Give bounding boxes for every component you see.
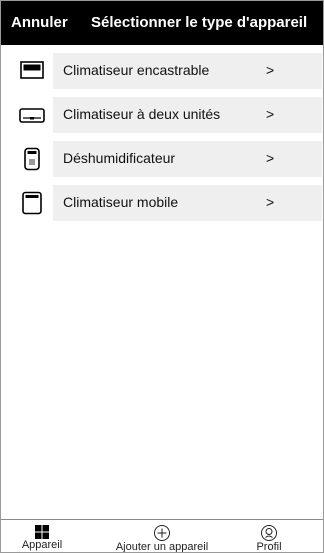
chevron-right-icon: > bbox=[266, 194, 275, 210]
tab-profil[interactable]: Profil bbox=[239, 520, 299, 553]
chevron-right-icon: > bbox=[266, 150, 275, 166]
split-ac-icon bbox=[19, 103, 45, 127]
portable-ac-icon bbox=[19, 191, 45, 215]
device-label: Climatiseur encastrable bbox=[63, 62, 210, 78]
page-title: Sélectionner le type d'appareil bbox=[91, 14, 308, 31]
tab-label: Appareil bbox=[21, 539, 63, 551]
header-bar: Annuler Sélectionner le type d'appareil bbox=[1, 1, 323, 45]
device-label: Climatiseur mobile bbox=[63, 194, 179, 210]
cancel-button[interactable]: Annuler bbox=[11, 14, 68, 31]
device-type-list: Climatiseur encastrable > Climatiseur à … bbox=[1, 53, 323, 229]
tab-add-device[interactable]: Ajouter un appareil bbox=[97, 520, 227, 553]
built-in-ac-icon bbox=[19, 59, 45, 83]
tab-label: Profil bbox=[256, 541, 282, 553]
device-label: Déshumidificateur bbox=[63, 150, 176, 166]
chevron-right-icon: > bbox=[266, 62, 275, 78]
device-row-bar: Climatiseur mobile > bbox=[53, 185, 322, 221]
device-row-bar: Déshumidificateur > bbox=[53, 141, 322, 177]
device-row-portable[interactable]: Climatiseur mobile > bbox=[1, 185, 323, 221]
tab-appareil[interactable]: Appareil bbox=[7, 520, 77, 552]
device-label: Climatiseur à deux unités bbox=[63, 106, 221, 122]
device-row-bar: Climatiseur à deux unités > bbox=[53, 97, 322, 133]
device-row-bar: Climatiseur encastrable > bbox=[53, 53, 322, 89]
plus-circle-icon bbox=[154, 525, 170, 541]
bottom-tab-bar: Appareil Ajouter un appareil Profil bbox=[1, 519, 323, 553]
dehumidifier-icon bbox=[19, 147, 45, 171]
device-row-dehumidifier[interactable]: Déshumidificateur > bbox=[1, 141, 323, 177]
screen: Annuler Sélectionner le type d'appareil … bbox=[0, 0, 324, 553]
device-row-built-in[interactable]: Climatiseur encastrable > bbox=[1, 53, 323, 89]
tab-label: Ajouter un appareil bbox=[115, 541, 209, 553]
grid-icon bbox=[35, 525, 49, 539]
chevron-right-icon: > bbox=[266, 106, 275, 122]
device-row-split[interactable]: Climatiseur à deux unités > bbox=[1, 97, 323, 133]
profile-icon bbox=[261, 525, 277, 541]
